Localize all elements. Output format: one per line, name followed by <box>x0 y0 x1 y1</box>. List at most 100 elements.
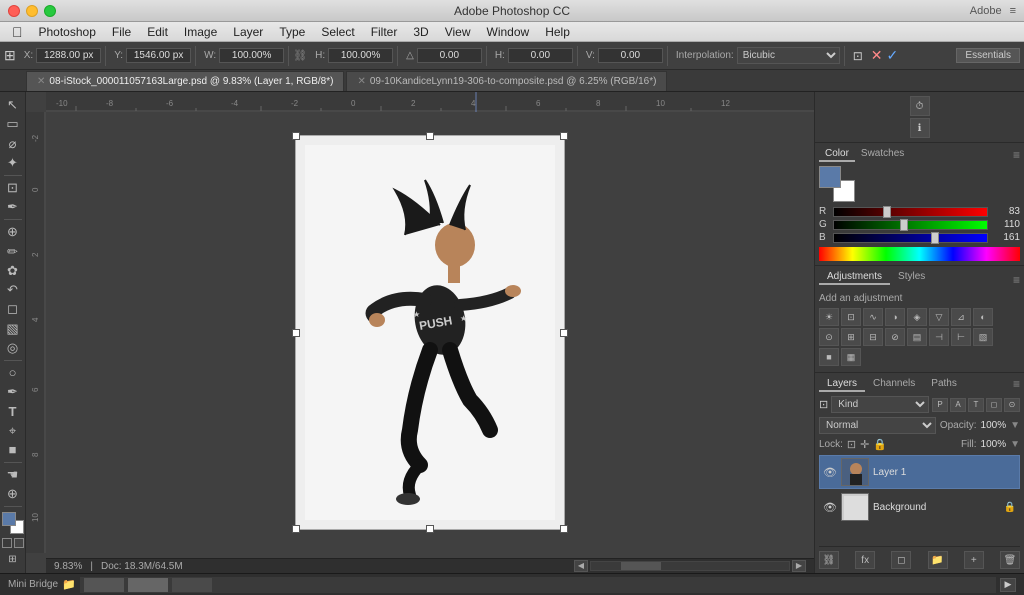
tab-color[interactable]: Color <box>819 147 855 162</box>
tool-lasso[interactable]: ⌀ <box>2 135 24 153</box>
add-style-btn[interactable]: fx <box>855 551 875 569</box>
menu-3d[interactable]: 3D <box>405 22 436 42</box>
add-mask-btn[interactable]: ◻ <box>891 551 911 569</box>
tool-marquee[interactable]: ▭ <box>2 115 24 133</box>
tool-shape[interactable]: ■ <box>2 441 24 459</box>
scroll-left[interactable]: ◀ <box>574 560 588 572</box>
tab-2-close[interactable]: ✕ <box>357 72 365 92</box>
interpolation-select[interactable]: Bicubic Bilinear Nearest Neighbor <box>737 47 840 64</box>
b-slider-track[interactable] <box>833 233 988 243</box>
menu-edit[interactable]: Edit <box>139 22 176 42</box>
foreground-color-swatch[interactable] <box>2 512 16 526</box>
quick-mask-off[interactable] <box>2 538 12 548</box>
x-value[interactable]: 1288.00 px <box>36 48 101 63</box>
skewh-value[interactable]: 0.00 <box>508 48 573 63</box>
tool-magic-wand[interactable]: ✦ <box>2 154 24 172</box>
menu-layer[interactable]: Layer <box>225 22 271 42</box>
menu-select[interactable]: Select <box>313 22 362 42</box>
color-swatches[interactable] <box>2 512 24 534</box>
adj-selectivecolor[interactable]: ⊢ <box>951 328 971 346</box>
tab-layers[interactable]: Layers <box>819 377 865 392</box>
adj-colorbalance[interactable]: ⊿ <box>951 308 971 326</box>
h-value[interactable]: 100.00% <box>328 48 393 63</box>
workspace-selector[interactable]: Essentials <box>956 48 1020 63</box>
blend-mode-select[interactable]: Normal <box>819 417 936 434</box>
tool-path-select[interactable]: ⌖ <box>2 421 24 439</box>
b-slider-thumb[interactable] <box>931 232 939 244</box>
tool-hand[interactable]: ☚ <box>2 466 24 484</box>
adj-colorlookup[interactable]: ⊟ <box>863 328 883 346</box>
minimize-button[interactable] <box>26 5 38 17</box>
fill-arrow[interactable]: ▼ <box>1010 439 1020 450</box>
background-visibility[interactable]: 👁 <box>823 500 837 514</box>
skewv-value[interactable]: 0.00 <box>598 48 663 63</box>
adj-blackwhite[interactable]: ◐ <box>973 308 993 326</box>
opacity-value[interactable]: 100% <box>981 420 1007 431</box>
adj-gradient[interactable]: ▧ <box>973 328 993 346</box>
background-layer-item[interactable]: 👁 Background 🔒 <box>819 490 1020 524</box>
layer-1-item[interactable]: 👁 Layer 1 <box>819 455 1020 489</box>
menu-file[interactable]: File <box>104 22 139 42</box>
y-value[interactable]: 1546.00 px <box>126 48 191 63</box>
tab-adjustments[interactable]: Adjustments <box>819 270 890 285</box>
g-slider-track[interactable] <box>833 220 988 230</box>
menu-type[interactable]: Type <box>271 22 313 42</box>
adj-hue[interactable]: ▽ <box>929 308 949 326</box>
r-slider-track[interactable] <box>833 207 988 217</box>
tab-2[interactable]: ✕ 09-10KandiceLynn19-306-to-composite.ps… <box>346 71 667 91</box>
menu-photoshop[interactable]: Photoshop <box>31 22 104 42</box>
tab-1-close[interactable]: ✕ <box>37 72 45 92</box>
link-icon[interactable]: ⛓ <box>293 49 307 62</box>
adj-photofilter[interactable]: ⊙ <box>819 328 839 346</box>
menu-view[interactable]: View <box>437 22 479 42</box>
tab-channels[interactable]: Channels <box>865 377 923 392</box>
w-value[interactable]: 100.00% <box>219 48 284 63</box>
adj-brightness[interactable]: ☀ <box>819 308 839 326</box>
tab-swatches[interactable]: Swatches <box>855 147 910 162</box>
r-slider-container[interactable] <box>833 207 988 217</box>
tool-brush[interactable]: ✏ <box>2 242 24 260</box>
g-slider-thumb[interactable] <box>900 219 908 231</box>
adj-threshold[interactable]: ⊣ <box>929 328 949 346</box>
tool-gradient[interactable]: ▧ <box>2 319 24 337</box>
bridge-thumb-3[interactable] <box>172 578 212 592</box>
bridge-play-btn[interactable]: ▶ <box>1000 578 1016 592</box>
history-icon[interactable]: ⏱ <box>910 96 930 116</box>
adj-posterize[interactable]: ▤ <box>907 328 927 346</box>
g-slider-container[interactable] <box>833 220 988 230</box>
tool-zoom[interactable]: ⊕ <box>2 485 24 503</box>
adj-channelmixer[interactable]: ⊞ <box>841 328 861 346</box>
filter-smart[interactable]: ⊙ <box>1004 398 1020 412</box>
lock-all-icon[interactable]: 🔒 <box>873 438 887 451</box>
tool-move[interactable]: ↖ <box>2 96 24 114</box>
filter-type[interactable]: T <box>968 398 984 412</box>
foreground-color[interactable] <box>819 166 841 188</box>
scrollbar-thumb[interactable] <box>621 562 661 570</box>
create-layer-btn[interactable]: + <box>964 551 984 569</box>
tool-type[interactable]: T <box>2 402 24 420</box>
bridge-thumb-1[interactable] <box>84 578 124 592</box>
fill-value[interactable]: 100% <box>981 439 1007 450</box>
commit-transform[interactable]: ✓ <box>887 47 899 64</box>
rotate-value[interactable]: 0.00 <box>417 48 482 63</box>
mini-bridge-content[interactable] <box>80 577 996 593</box>
tool-history[interactable]: ↶ <box>2 281 24 299</box>
adj-invert[interactable]: ⊘ <box>885 328 905 346</box>
adj-panel-menu[interactable]: ≡ <box>1013 273 1020 287</box>
close-button[interactable] <box>8 5 20 17</box>
canvas-container[interactable]: PUSH ★ ★ <box>46 112 814 553</box>
warp-icon[interactable]: ⊡ <box>853 49 863 63</box>
tab-styles[interactable]: Styles <box>890 270 933 285</box>
adj-solidcolor[interactable]: ■ <box>819 348 839 366</box>
menu-filter[interactable]: Filter <box>363 22 406 42</box>
adj-levels[interactable]: ⊡ <box>841 308 861 326</box>
lock-pixels-icon[interactable]: ⊡ <box>847 438 856 451</box>
tool-eraser[interactable]: ◻ <box>2 300 24 318</box>
tool-heal[interactable]: ⊕ <box>2 223 24 241</box>
canvas-area[interactable]: /* ruler ticks via CSS/SVG */ -10 -8 -6 … <box>26 92 814 573</box>
tool-eyedropper[interactable]: ✒ <box>2 198 24 216</box>
adj-curves[interactable]: ∿ <box>863 308 883 326</box>
lock-position-icon[interactable]: ✛ <box>860 438 869 451</box>
filter-adjustment[interactable]: A <box>950 398 966 412</box>
link-layers-btn[interactable]: ⛓ <box>819 551 839 569</box>
